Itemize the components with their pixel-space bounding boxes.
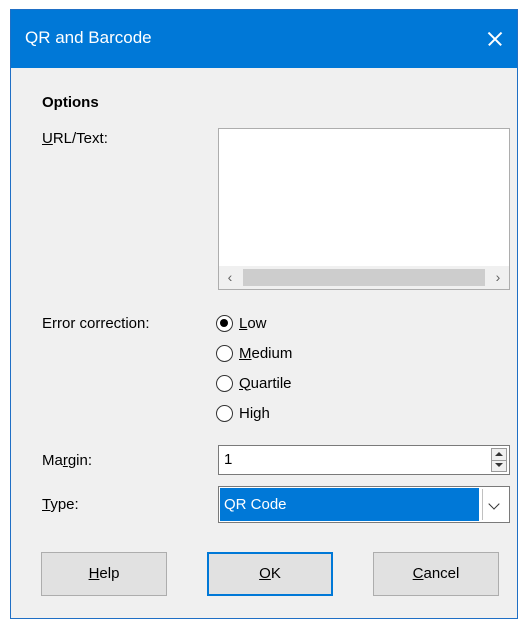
options-heading: Options [42,94,99,111]
cancel-button[interactable]: Cancel [373,552,499,596]
radio-icon[interactable] [216,404,233,422]
radio-checked-icon[interactable] [216,314,233,332]
radio-low-label: Low [239,314,267,332]
spin-buttons[interactable] [491,448,507,472]
scroll-right-icon[interactable]: › [487,266,509,289]
radio-icon[interactable] [216,344,233,362]
scroll-left-icon[interactable]: ‹ [219,266,241,289]
url-text-input[interactable]: ‹ › [218,128,510,290]
chevron-down-icon[interactable] [482,489,507,520]
margin-label: Margin: [42,452,93,469]
close-icon[interactable] [471,10,517,68]
margin-value[interactable]: 1 [224,451,232,468]
qr-barcode-dialog: QR and Barcode Options URL/Text: ‹ › Err… [10,9,518,619]
error-correction-label: Error correction: [42,315,150,332]
radio-high-label: High [239,404,270,422]
radio-icon[interactable] [216,374,233,392]
radio-medium[interactable]: Medium [216,342,292,364]
radio-quartile-label: Quartile [239,374,292,392]
ok-button[interactable]: OK [207,552,333,596]
margin-spinbox[interactable]: 1 [218,445,510,475]
url-text-label: URL/Text: [42,130,108,147]
help-button[interactable]: Help [41,552,167,596]
dialog-title: QR and Barcode [25,28,152,47]
type-label: Type: [42,496,79,513]
title-bar: QR and Barcode [11,10,517,68]
scroll-thumb[interactable] [243,269,485,286]
radio-medium-label: Medium [239,344,293,362]
type-select[interactable]: QR Code [218,486,510,523]
type-selected-value[interactable]: QR Code [220,488,479,521]
radio-quartile[interactable]: Quartile [216,372,292,394]
horizontal-scrollbar[interactable]: ‹ › [219,266,509,289]
spin-down-icon[interactable] [492,460,506,471]
radio-low[interactable]: Low [216,312,267,334]
radio-high[interactable]: High [216,402,270,424]
